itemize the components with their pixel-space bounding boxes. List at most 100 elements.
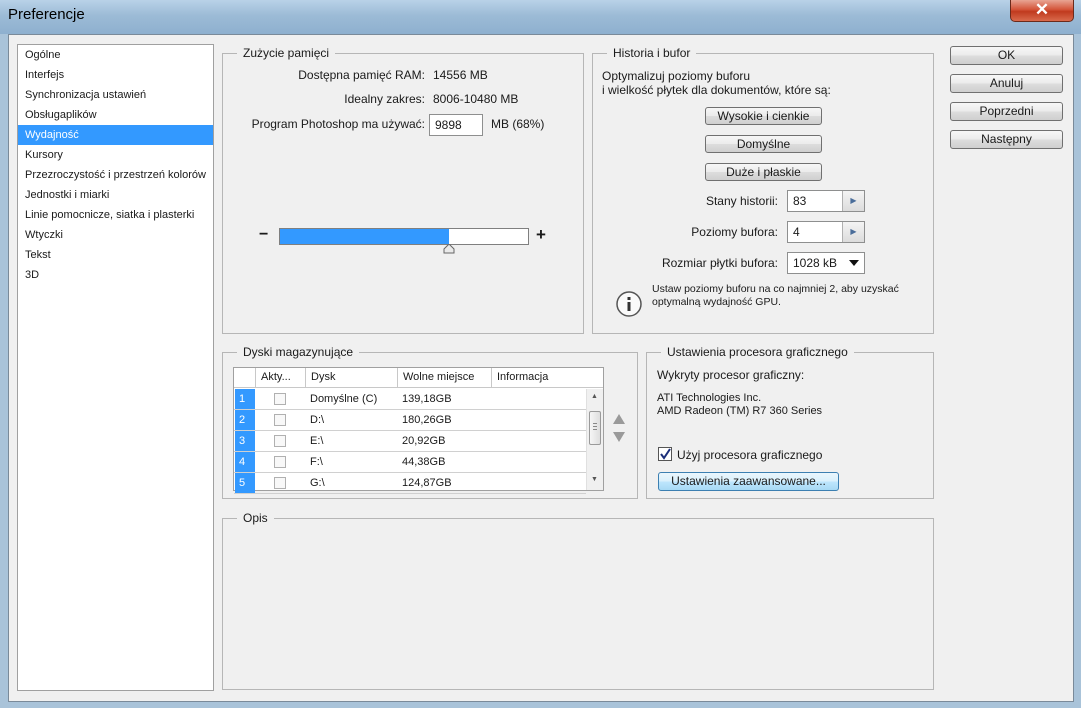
- history-cache-title: Historia i bufor: [607, 45, 697, 61]
- disk-name: E:\: [310, 435, 324, 447]
- gpu-vendor: ATI Technologies Inc.: [657, 392, 762, 404]
- table-row[interactable]: 3 E:\ 20,92GB: [234, 431, 586, 452]
- category-list[interactable]: Ogólne Interfejs Synchronizacja ustawień Ob…: [17, 44, 214, 691]
- scroll-thumb[interactable]: [589, 411, 601, 445]
- cache-levels-label: Poziomy bufora:: [691, 225, 778, 239]
- scroll-down-icon[interactable]: ▼: [591, 476, 598, 483]
- disk-name: D:\: [310, 414, 325, 426]
- sidebar-item[interactable]: Jednostki i miarki: [18, 185, 213, 205]
- history-states-label: Stany historii:: [705, 194, 778, 208]
- chevron-down-icon: [849, 260, 859, 266]
- active-checkbox[interactable]: [274, 435, 286, 447]
- table-header: Akty... Dysk Wolne miejsce Informacja: [234, 368, 603, 388]
- disk-name: G:\: [310, 477, 325, 489]
- info-icon: [616, 291, 642, 317]
- row-number: 2: [235, 410, 255, 430]
- sidebar-item[interactable]: Wydajność: [18, 125, 213, 145]
- title-bar[interactable]: Preferencje ✕: [0, 0, 1081, 34]
- sidebar-item[interactable]: 3D: [18, 265, 213, 285]
- use-gpu-label: Użyj procesora graficznego: [677, 448, 823, 462]
- active-checkbox[interactable]: [274, 456, 286, 468]
- cancel-button[interactable]: Anuluj: [950, 74, 1063, 93]
- move-up-icon[interactable]: [613, 414, 625, 424]
- row-number: 4: [235, 452, 255, 472]
- sidebar-item[interactable]: Synchronizacja ustawień: [18, 85, 213, 105]
- ideal-range-label: Idealny zakres:: [344, 92, 425, 106]
- minus-icon[interactable]: −: [259, 226, 268, 244]
- col-active[interactable]: Akty...: [255, 368, 305, 388]
- disk-name: F:\: [310, 456, 323, 468]
- gpu-settings-group: Ustawienia procesora graficznego Wykryty…: [646, 344, 934, 499]
- gpu-settings-title: Ustawienia procesora graficznego: [661, 344, 854, 360]
- gpu-detected-label: Wykryty procesor graficzny:: [657, 368, 805, 382]
- checkmark-icon: [660, 448, 671, 460]
- gpu-info-line2: optymalną wydajność GPU.: [652, 296, 781, 308]
- free-space: 20,92GB: [402, 435, 446, 447]
- sidebar-item[interactable]: Obsługaplików: [18, 105, 213, 125]
- slider-thumb-icon[interactable]: [443, 244, 455, 254]
- sidebar-item[interactable]: Interfejs: [18, 65, 213, 85]
- table-row[interactable]: 2 D:\ 180,26GB: [234, 410, 586, 431]
- gpu-info-line1: Ustaw poziomy buforu na co najmniej 2, a…: [652, 283, 899, 295]
- cache-levels-value: 4: [793, 225, 800, 239]
- big-flat-button[interactable]: Duże i płaskie: [705, 163, 822, 181]
- memory-slider[interactable]: [279, 228, 529, 245]
- row-number: 3: [235, 431, 255, 451]
- plus-icon[interactable]: +: [536, 225, 546, 245]
- available-ram-value: 14556 MB: [433, 68, 488, 82]
- tile-size-select[interactable]: 1028 kB: [787, 252, 865, 274]
- free-space: 44,38GB: [402, 456, 446, 468]
- sidebar-item[interactable]: Ogólne: [18, 45, 213, 65]
- previous-button[interactable]: Poprzedni: [950, 102, 1063, 121]
- scratch-disks-table[interactable]: Akty... Dysk Wolne miejsce Informacja 1 D…: [233, 367, 604, 494]
- tall-thin-button[interactable]: Wysokie i cienkie: [705, 107, 822, 125]
- cache-desc-line2: i wielkość płytek dla dokumentów, które …: [602, 83, 831, 97]
- gpu-model: AMD Radeon (TM) R7 360 Series: [657, 405, 823, 417]
- active-checkbox[interactable]: [274, 393, 286, 405]
- ok-button[interactable]: OK: [950, 46, 1063, 65]
- advanced-settings-button[interactable]: Ustawienia zaawansowane...: [658, 472, 839, 491]
- memory-use-suffix: MB (68%): [491, 117, 545, 131]
- col-disk[interactable]: Dysk: [305, 368, 397, 388]
- move-down-icon[interactable]: [613, 432, 625, 442]
- cache-levels-arrow-icon[interactable]: ▶: [842, 222, 864, 242]
- sidebar-item[interactable]: Linie pomocnicze, siatka i plasterki: [18, 205, 213, 225]
- window-title: Preferencje: [8, 6, 85, 23]
- table-row[interactable]: 5 G:\ 124,87GB: [234, 473, 586, 494]
- history-states-arrow-icon[interactable]: ▶: [842, 191, 864, 211]
- available-ram-label: Dostępna pamięć RAM:: [298, 68, 425, 82]
- scratch-disks-group: Dyski magazynujące Akty... Dysk Wolne mi…: [222, 344, 638, 499]
- cache-levels-input[interactable]: 4 ▶: [787, 221, 865, 243]
- cache-desc-line1: Optymalizuj poziomy buforu: [602, 69, 751, 83]
- sidebar-item[interactable]: Kursory: [18, 145, 213, 165]
- table-row[interactable]: 1 Domyślne (C) 139,18GB: [234, 389, 586, 410]
- memory-use-input[interactable]: 9898: [429, 114, 483, 136]
- row-number: 1: [235, 389, 255, 409]
- default-button[interactable]: Domyślne: [705, 135, 822, 153]
- sidebar-item[interactable]: Wtyczki: [18, 225, 213, 245]
- history-cache-group: Historia i bufor Optymalizuj poziomy buf…: [592, 45, 934, 334]
- photoshop-use-label: Program Photoshop ma używać:: [251, 117, 425, 131]
- use-gpu-checkbox[interactable]: [658, 447, 672, 461]
- table-row[interactable]: 4 F:\ 44,38GB: [234, 452, 586, 473]
- row-number: 5: [235, 473, 255, 493]
- col-info[interactable]: Informacja: [491, 368, 603, 388]
- tile-size-label: Rozmiar płytki bufora:: [661, 256, 778, 270]
- ideal-range-value: 8006-10480 MB: [433, 92, 519, 106]
- tile-size-value: 1028 kB: [793, 256, 838, 270]
- active-checkbox[interactable]: [274, 477, 286, 489]
- history-states-input[interactable]: 83 ▶: [787, 190, 865, 212]
- table-scrollbar[interactable]: ▲ ▼: [586, 389, 603, 490]
- sidebar-item[interactable]: Przezroczystość i przestrzeń kolorów: [18, 165, 213, 185]
- next-button[interactable]: Następny: [950, 130, 1063, 149]
- sidebar-item[interactable]: Tekst: [18, 245, 213, 265]
- col-free-space[interactable]: Wolne miejsce: [397, 368, 491, 388]
- description-group: Opis: [222, 510, 934, 690]
- close-button[interactable]: ✕: [1010, 0, 1074, 22]
- free-space: 124,87GB: [402, 477, 452, 489]
- scroll-up-icon[interactable]: ▲: [591, 393, 598, 400]
- active-checkbox[interactable]: [274, 414, 286, 426]
- description-title: Opis: [237, 510, 274, 526]
- disk-name: Domyślne (C): [310, 393, 378, 405]
- free-space: 139,18GB: [402, 393, 452, 405]
